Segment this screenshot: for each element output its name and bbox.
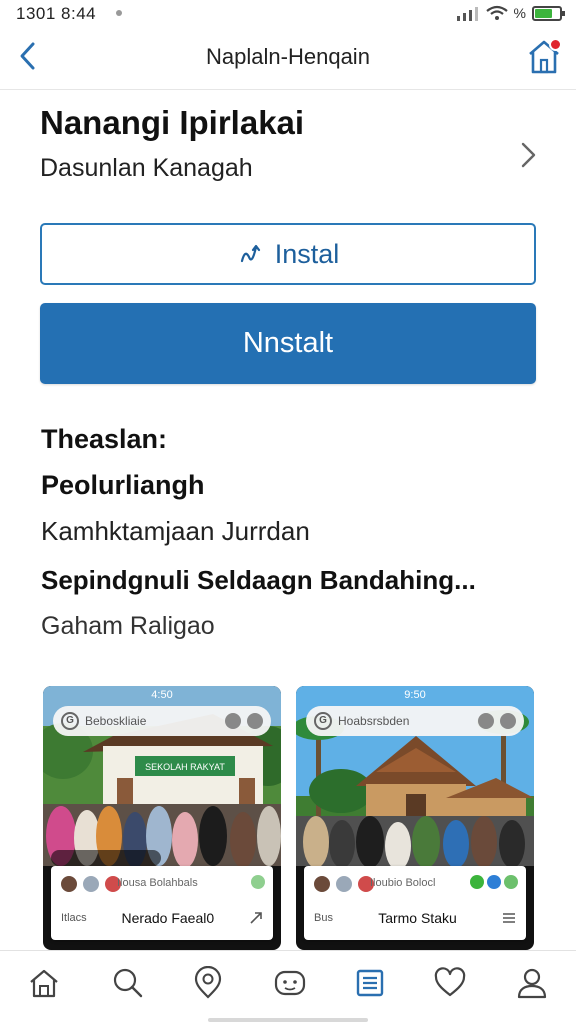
screenshot-search-text: Beboskliaie xyxy=(85,714,147,728)
google-icon: G xyxy=(314,712,332,730)
search-icon xyxy=(113,968,143,998)
profile-icon xyxy=(517,968,547,999)
info-category: Gaham Raligao xyxy=(41,612,215,640)
signal-icon xyxy=(456,7,478,21)
avatar xyxy=(81,874,101,894)
nav-list[interactable] xyxy=(350,963,390,1003)
screenshot-card: Iloubio Bolocl Bus Tarmo Staku xyxy=(304,866,526,940)
nav-location[interactable] xyxy=(188,963,228,1003)
screenshot-status: 4:50 xyxy=(151,689,173,701)
card-title: Tarmo Staku xyxy=(378,910,457,926)
screenshot-search-bar: G Hoabsrsbden xyxy=(306,706,524,736)
home-button[interactable] xyxy=(526,36,562,76)
card-footer: Itlacs Nerado Faeal0 xyxy=(61,910,263,926)
location-icon xyxy=(194,966,222,999)
battery-icon xyxy=(532,5,565,21)
screenshot-status: 9:50 xyxy=(404,689,426,701)
page-title: Naplaln-Henqain xyxy=(206,44,370,69)
card-footer: Bus Tarmo Staku xyxy=(314,910,516,926)
screenshot-search-text: Hoabsrsbden xyxy=(338,714,410,728)
nav-favorites[interactable] xyxy=(430,963,470,1003)
install-outline-label: Instal xyxy=(274,238,340,269)
notification-badge xyxy=(549,38,562,51)
screenshot-search-bar: G Beboskliaie xyxy=(53,706,271,736)
avatar xyxy=(59,874,79,894)
face-icon xyxy=(274,970,306,996)
card-reactions xyxy=(251,875,265,889)
app-bar: Naplaln-Henqain xyxy=(0,28,576,90)
reaction-icon xyxy=(470,875,484,889)
avatar xyxy=(312,874,332,894)
wifi-icon xyxy=(485,5,508,20)
card-title: Nerado Faeal0 xyxy=(121,910,215,926)
lens-icon xyxy=(225,713,241,729)
share-icon xyxy=(250,912,262,924)
menu-icon xyxy=(503,913,515,923)
notification-dot-icon xyxy=(116,10,122,16)
battery-level xyxy=(535,8,552,18)
status-bar: 1301 8:44 % xyxy=(0,0,576,28)
install-outline-button[interactable]: Instal xyxy=(40,223,536,285)
home-indicator xyxy=(208,1018,368,1022)
screenshot-1[interactable]: SEKOLAH RAKYAT 4:50 G Beboskliaie Ilousa… xyxy=(43,686,281,950)
mic-icon xyxy=(500,713,516,729)
reaction-icon xyxy=(504,875,518,889)
building-sign: SEKOLAH RAKYAT xyxy=(145,762,225,772)
list-icon xyxy=(356,969,384,997)
avatar-group xyxy=(59,874,123,894)
info-description[interactable]: Sepindgnuli Seldaagn Bandahing... xyxy=(41,565,476,596)
card-tag: Bus xyxy=(314,912,333,924)
info-text: Kamhktamjaan Jurrdan xyxy=(41,516,310,546)
info-heading: Theaslan: xyxy=(41,424,168,454)
app-name: Nanangi Ipirlakai xyxy=(40,104,305,141)
google-icon: G xyxy=(61,712,79,730)
card-meta: Iloubio Bolocl xyxy=(370,877,436,889)
mic-icon xyxy=(247,713,263,729)
install-button[interactable]: Nnstalt xyxy=(40,303,536,384)
home-icon xyxy=(30,969,58,998)
nav-home[interactable] xyxy=(24,963,64,1003)
heart-icon xyxy=(434,967,466,997)
status-indicators: % xyxy=(456,5,565,21)
status-time: 1301 8:44 xyxy=(16,4,97,23)
screenshot-2[interactable]: 9:50 G Hoabsrsbden Iloubio Bolocl Bus Ta… xyxy=(296,686,534,950)
card-meta: Ilousa Bolahbals xyxy=(117,877,198,889)
install-icon xyxy=(240,244,260,263)
card-tag: Itlacs xyxy=(61,912,87,924)
battery-percent: % xyxy=(513,5,526,21)
nav-face[interactable] xyxy=(270,963,310,1003)
reaction-icon xyxy=(251,875,265,889)
nav-profile[interactable] xyxy=(512,963,552,1003)
reaction-icon xyxy=(487,875,501,889)
avatar xyxy=(334,874,354,894)
card-reactions xyxy=(470,875,518,889)
lens-icon xyxy=(478,713,494,729)
screenshot-card: Ilousa Bolahbals Itlacs Nerado Faeal0 xyxy=(51,866,273,940)
avatar-group xyxy=(312,874,376,894)
info-subheading: Peolurliangh xyxy=(41,470,205,500)
developer-name[interactable]: Dasunlan Kanagah xyxy=(40,154,253,183)
install-button-label: Nnstalt xyxy=(242,327,334,359)
bottom-navigation xyxy=(0,950,576,1024)
chevron-right-icon[interactable] xyxy=(516,140,540,170)
nav-search[interactable] xyxy=(108,963,148,1003)
